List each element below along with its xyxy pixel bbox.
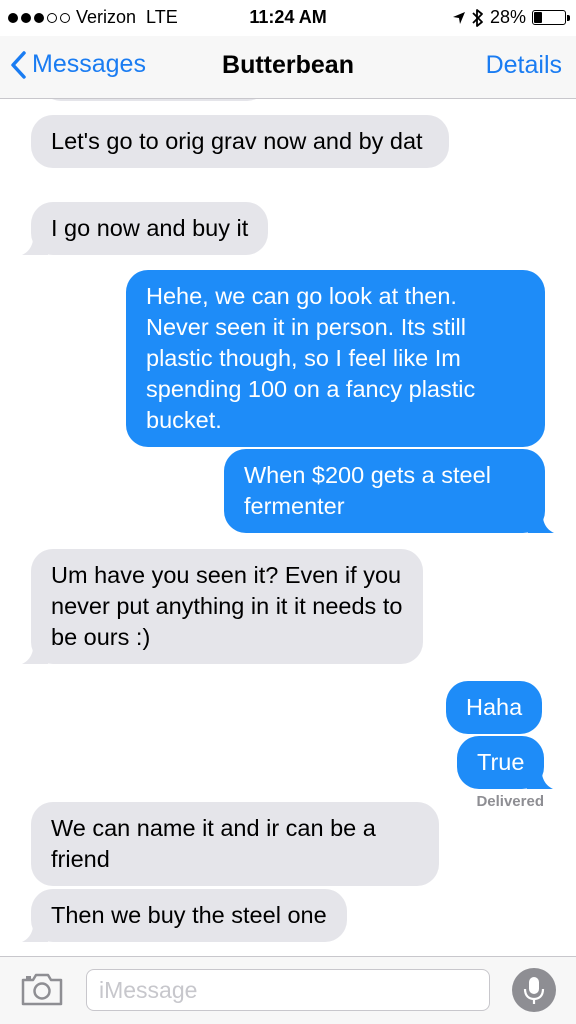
back-label: Messages [32,50,146,78]
camera-icon [21,973,63,1006]
message-input[interactable] [86,969,490,1011]
message-text: Um have you seen it? Even if you never p… [51,562,403,650]
bubble-tail [22,229,48,255]
compose-bar [0,956,576,1024]
location-arrow-icon [452,11,465,24]
message-bubble-incoming[interactable]: Um have you seen it? Even if you never p… [22,549,423,664]
bubble-tail [22,638,48,664]
camera-button[interactable] [20,971,64,1007]
bubble-tail [528,507,554,533]
delivered-status: Delivered [476,793,544,810]
bluetooth-icon [472,8,483,27]
message-text: Let's go to orig grav now and by dat [51,128,423,154]
clipped-message-bubble [40,99,268,101]
message-text: We can name it and ir can be a friend [51,815,376,872]
details-button[interactable]: Details [486,51,562,80]
microphone-button[interactable] [512,968,556,1012]
battery-level [534,12,543,23]
message-text: Hehe, we can go look at then. Never seen… [146,283,476,433]
message-text: Haha [466,694,523,720]
message-bubble-incoming[interactable]: We can name it and ir can be a friend [31,802,439,886]
message-text: Then we buy the steel one [51,902,327,928]
message-bubble-incoming[interactable]: Then we buy the steel one [22,889,347,942]
battery-tip [567,15,570,21]
message-text: When $200 gets a steel fermenter [244,462,491,519]
battery-icon [532,10,570,25]
chevron-left-icon [11,50,26,79]
microphone-icon [523,977,545,1004]
message-text: I go now and buy it [51,215,249,241]
bubble-tail [22,916,48,942]
message-thread[interactable]: Let's go to orig grav now and by dat I g… [0,99,576,956]
message-bubble-outgoing[interactable]: Haha [446,681,543,734]
nav-bar: Messages Butterbean Details [0,36,576,99]
message-text: True [477,749,525,775]
message-bubble-incoming[interactable]: I go now and buy it [22,202,269,255]
message-bubble-outgoing[interactable]: When $200 gets a steel fermenter [224,449,554,533]
battery-percent: 28% [489,7,526,27]
message-bubble-outgoing[interactable]: True [457,736,554,789]
status-right: 28% [452,7,570,28]
bubble-tail [527,763,554,789]
message-bubble-incoming[interactable]: Let's go to orig grav now and by dat [31,115,449,168]
status-bar: Verizon LTE 11:24 AM 28% [0,0,576,36]
message-bubble-outgoing[interactable]: Hehe, we can go look at then. Never seen… [126,270,545,447]
back-button[interactable]: Messages [10,50,146,79]
